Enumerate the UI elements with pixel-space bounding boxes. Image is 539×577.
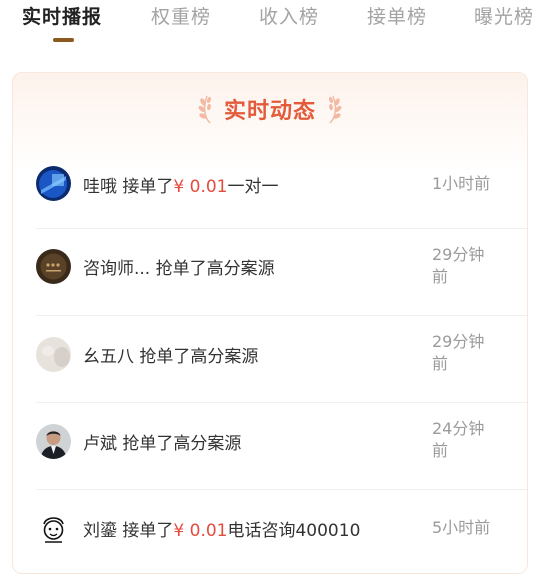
feed-action: 接单了: [122, 521, 174, 541]
feed-action: 抢单了高分案源: [155, 259, 275, 279]
ranking-tab-bar: 实时播报 权重榜 收入榜 接单榜 曝光榜: [0, 0, 539, 52]
feed-item[interactable]: 卢斌 抢单了高分案源 24分钟 前: [13, 403, 527, 490]
active-tab-indicator: [53, 38, 74, 42]
user-name: 哇哦: [83, 177, 117, 197]
feed-item[interactable]: 刘鎏 接单了¥ 0.01电话咨询400010 5小时前: [13, 490, 527, 577]
user-name: 幺五八: [83, 347, 134, 367]
tab-realtime-broadcast[interactable]: 实时播报: [22, 2, 102, 29]
card-header: 实时动态: [13, 89, 527, 129]
avatar: [36, 512, 71, 547]
feed-item-text: 咨询师... 抢单了高分案源: [83, 254, 275, 279]
laurel-right-icon: [328, 95, 342, 124]
feed-time: 1小时前: [432, 174, 491, 193]
feed-action: 接单了: [122, 177, 174, 197]
price: ¥ 0.01: [173, 521, 228, 541]
user-name: 刘鎏: [83, 521, 117, 541]
feed-action: 抢单了高分案源: [139, 347, 259, 367]
laurel-left-icon: [198, 95, 211, 124]
avatar: [36, 424, 71, 459]
feed-time: 29分钟 前: [432, 245, 485, 286]
feed-time: 24分钟 前: [432, 419, 485, 460]
feed-item[interactable]: 幺五八 抢单了高分案源 29分钟 前: [13, 316, 527, 403]
tab-exposure-ranking[interactable]: 曝光榜: [474, 2, 534, 29]
tab-income-ranking[interactable]: 收入榜: [259, 2, 319, 29]
service-name: 一对一: [227, 177, 279, 197]
feed-item-text: 卢斌 抢单了高分案源: [83, 429, 241, 454]
feed-item-text: 幺五八 抢单了高分案源: [83, 342, 258, 367]
service-name: 电话咨询400010: [227, 521, 361, 541]
realtime-feed-card: 实时动态 哇哦 接单了¥ 0.01一对一 1小时前 咨询师... 抢单了高分案源…: [12, 72, 528, 574]
feed-time: 29分钟 前: [432, 332, 485, 373]
feed-action: 抢单了高分案源: [122, 434, 242, 454]
user-name: 咨询师...: [83, 259, 151, 279]
card-title: 实时动态: [223, 99, 316, 124]
feed-item-text: 哇哦 接单了¥ 0.01一对一: [83, 172, 278, 197]
user-name: 卢斌: [83, 434, 117, 454]
avatar: [36, 337, 71, 372]
price: ¥ 0.01: [173, 177, 228, 197]
feed-item[interactable]: 哇哦 接单了¥ 0.01一对一 1小时前: [13, 141, 527, 228]
tab-orders-ranking[interactable]: 接单榜: [367, 2, 427, 29]
avatar: [36, 166, 71, 201]
feed-time: 5小时前: [432, 518, 491, 537]
tab-weight-ranking[interactable]: 权重榜: [151, 2, 211, 29]
feed-item-text: 刘鎏 接单了¥ 0.01电话咨询400010: [83, 516, 360, 541]
avatar: [36, 249, 71, 284]
feed-item[interactable]: 咨询师... 抢单了高分案源 29分钟 前: [13, 229, 527, 316]
